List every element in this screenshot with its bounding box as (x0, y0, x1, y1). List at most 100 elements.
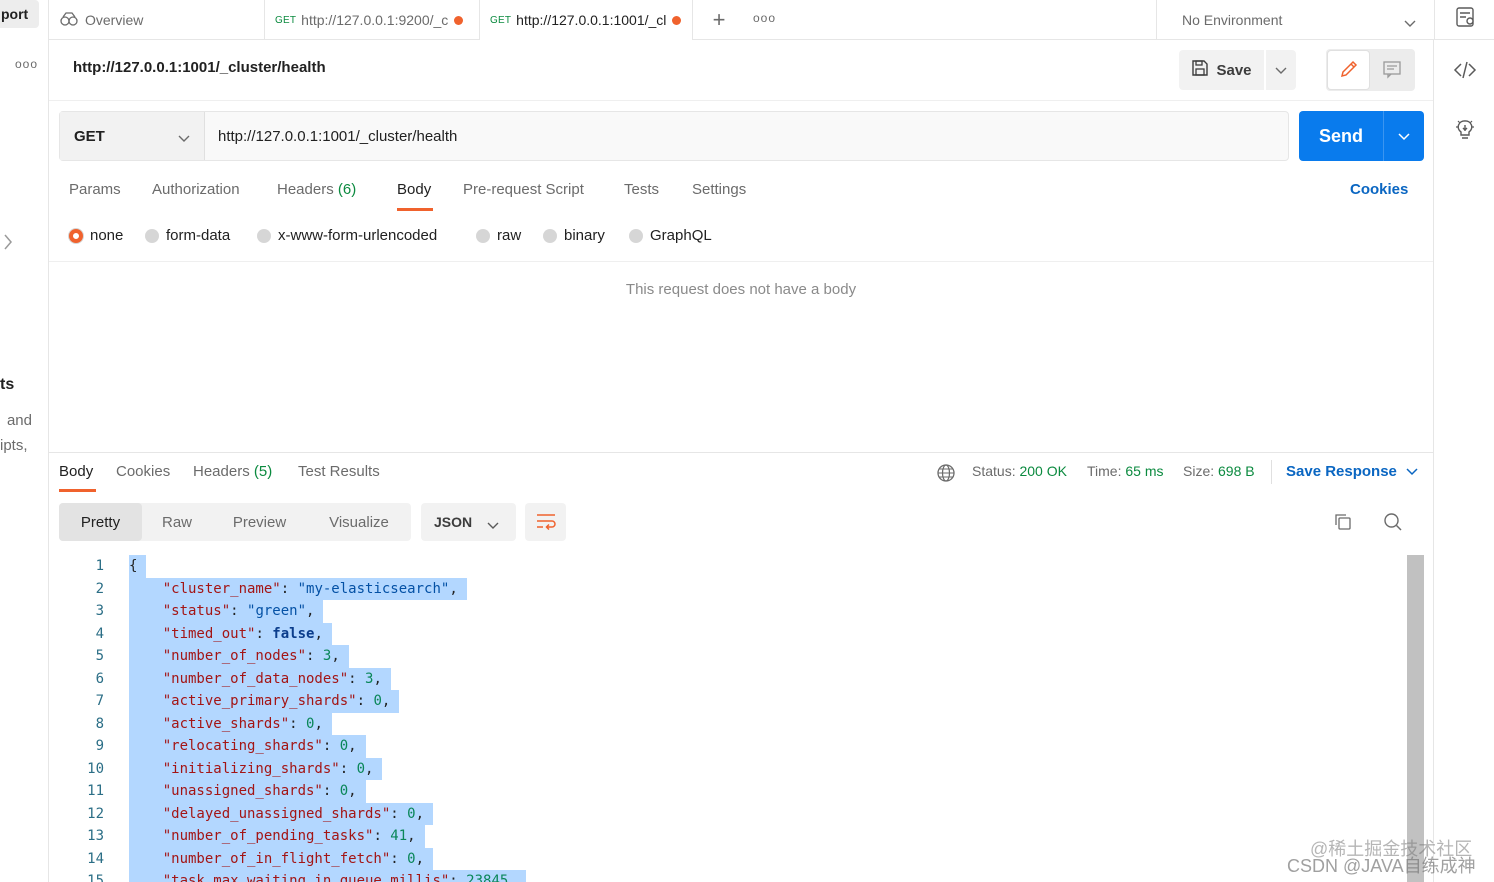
code-line: 12 "delayed_unassigned_shards": 0, (59, 802, 1399, 825)
tab-params[interactable]: Params (69, 181, 121, 198)
cookies-link[interactable]: Cookies (1350, 181, 1408, 198)
globe-icon[interactable] (936, 463, 956, 486)
response-tab-test-results[interactable]: Test Results (298, 463, 380, 480)
radio-graphql[interactable]: GraphQL (629, 227, 712, 244)
environment-eye-icon (1455, 6, 1477, 31)
code-line: 7 "active_primary_shards": 0, (59, 690, 1399, 713)
response-headers-count: (5) (253, 463, 273, 480)
lightbulb-icon[interactable] (1453, 118, 1477, 142)
radio-x-www-form-urlencoded[interactable]: x-www-form-urlencoded (257, 227, 437, 244)
code-line: 1{ (59, 555, 1399, 578)
save-button[interactable]: Save (1179, 50, 1264, 90)
tab-body[interactable]: Body (397, 181, 431, 198)
save-icon (1191, 59, 1209, 81)
json-value: 0 (339, 738, 349, 754)
json-key: "active_primary_shards" (162, 693, 357, 709)
json-key: "unassigned_shards" (162, 783, 323, 799)
json-value: 0 (306, 715, 315, 732)
language-select[interactable]: JSON (421, 503, 516, 541)
wrap-lines-icon (535, 512, 557, 533)
active-tab-indicator (397, 208, 433, 211)
radio-icon (145, 228, 159, 243)
sidebar-more-icon[interactable]: ooo (15, 57, 38, 71)
environment-select[interactable]: No Environment (1156, 0, 1434, 40)
format-pretty[interactable]: Pretty (59, 503, 142, 541)
tab-tests[interactable]: Tests (624, 181, 659, 198)
code-line: 13 "number_of_pending_tasks": 41, (59, 825, 1399, 848)
code-content: "active_shards": 0, (129, 712, 332, 735)
radio-icon (257, 228, 271, 243)
unsaved-dot-icon (672, 15, 682, 25)
request-title[interactable]: http://127.0.0.1:1001/_cluster/health (73, 59, 326, 76)
send-options-button[interactable] (1384, 111, 1424, 161)
url-input[interactable]: http://127.0.0.1:1001/_cluster/health (218, 112, 1278, 160)
tab-authorization[interactable]: Authorization (152, 181, 240, 198)
wrap-lines-button[interactable] (525, 503, 566, 541)
code-icon[interactable] (1453, 58, 1477, 82)
unsaved-dot-icon (454, 15, 464, 25)
expand-chevron-icon[interactable] (2, 232, 14, 255)
tab-pre-request-script[interactable]: Pre-request Script (463, 181, 584, 198)
code-content: "relocating_shards": 0, (129, 735, 366, 758)
send-button[interactable]: Send (1299, 111, 1383, 161)
json-key: "delayed_unassigned_shards" (162, 805, 391, 822)
format-preview[interactable]: Preview (212, 503, 307, 541)
code-line: 5 "number_of_nodes": 3, (59, 645, 1399, 668)
tab-settings[interactable]: Settings (692, 181, 746, 198)
sidebar-heading: ts (0, 376, 15, 393)
save-options-button[interactable] (1266, 50, 1296, 90)
response-tab-body[interactable]: Body (59, 463, 93, 480)
json-key: "active_shards" (162, 715, 290, 732)
save-response-button[interactable]: Save Response (1286, 463, 1418, 480)
environment-quick-look[interactable] (1434, 0, 1494, 40)
radio-none[interactable]: none (69, 227, 123, 244)
tab-method: GET (490, 14, 512, 26)
line-number: 12 (87, 805, 104, 822)
tab-request-1001[interactable]: GET http://127.0.0.1:1001/_cl (479, 0, 693, 40)
tab-headers[interactable]: Headers (6) (277, 181, 356, 198)
url-bar: GET http://127.0.0.1:1001/_cluster/healt… (59, 111, 1289, 161)
tab-request-9200[interactable]: GET http://127.0.0.1:9200/_c (264, 0, 479, 40)
line-number: 6 (95, 670, 104, 687)
tabs-more-icon[interactable]: ooo (753, 0, 776, 36)
line-number: 5 (95, 648, 104, 665)
response-status[interactable]: Status: 200 OK (972, 463, 1067, 479)
comments-mode-button[interactable] (1370, 51, 1413, 89)
response-divider[interactable] (49, 452, 1433, 453)
line-number: 14 (87, 850, 104, 867)
response-size[interactable]: Size: 698 B (1183, 463, 1255, 479)
line-number: 7 (95, 693, 104, 710)
radio-icon (543, 228, 557, 243)
right-rail (1433, 40, 1494, 882)
json-value: 0 (339, 783, 349, 799)
tab-label: http://127.0.0.1:9200/_c (301, 12, 449, 28)
headers-count: (6) (337, 181, 357, 198)
chevron-down-icon (1406, 463, 1418, 480)
import-button[interactable]: port (0, 0, 39, 28)
tab-overview[interactable]: Overview (59, 0, 259, 40)
scrollbar[interactable] (1407, 555, 1424, 882)
code-line: 15 "task_max_waiting_in_queue_millis": 2… (59, 870, 1399, 882)
response-time[interactable]: Time: 65 ms (1087, 463, 1164, 479)
response-tab-headers[interactable]: Headers (5) (193, 463, 272, 480)
response-tab-cookies[interactable]: Cookies (116, 463, 170, 480)
radio-raw[interactable]: raw (476, 227, 521, 244)
new-tab-icon[interactable]: + (709, 0, 729, 40)
format-visualize[interactable]: Visualize (307, 503, 411, 541)
method-select[interactable]: GET (60, 112, 205, 160)
json-value: false (272, 625, 315, 642)
edit-mode-button[interactable] (1328, 51, 1369, 89)
radio-binary[interactable]: binary (543, 227, 605, 244)
copy-icon[interactable] (1333, 512, 1353, 535)
chevron-down-icon (1404, 15, 1416, 31)
search-icon[interactable] (1383, 512, 1403, 535)
response-body-editor[interactable]: 1{2 "cluster_name": "my-elasticsearch", 3… (59, 555, 1419, 882)
code-content: "number_of_nodes": 3, (129, 645, 349, 668)
save-button-group: Save (1179, 50, 1296, 90)
code-line: 2 "cluster_name": "my-elasticsearch", (59, 577, 1399, 600)
radio-form-data[interactable]: form-data (145, 227, 230, 244)
json-key: "initializing_shards" (162, 760, 340, 777)
format-raw[interactable]: Raw (142, 503, 212, 541)
line-number: 2 (95, 580, 104, 597)
json-value: "green" (247, 603, 307, 619)
